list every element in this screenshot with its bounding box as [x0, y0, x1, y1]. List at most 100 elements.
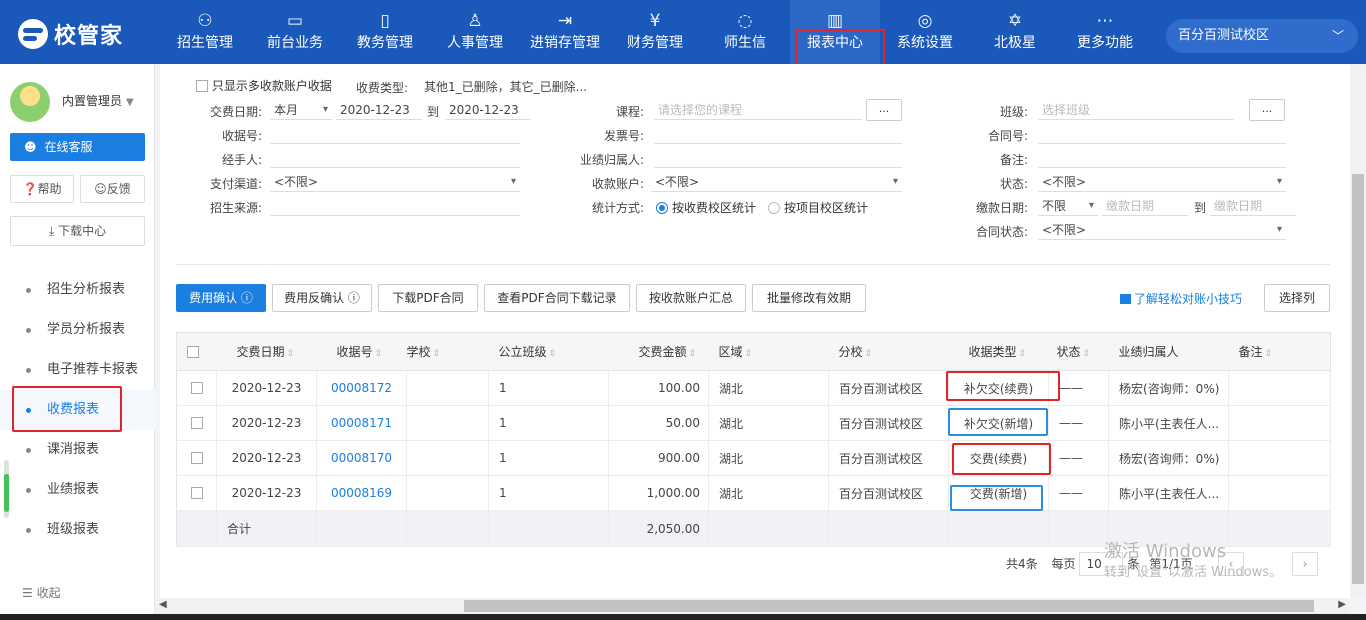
pay-day-to-input[interactable]: 缴款日期 [1210, 196, 1296, 216]
scroll-right-icon[interactable]: ▶ [1338, 599, 1346, 610]
cell-receipt-no-text[interactable]: 00008169 [331, 486, 392, 500]
receipt-type-select[interactable]: 其他1_已删除，其它_已删除... [420, 77, 588, 97]
next-page-icon[interactable]: › [1292, 552, 1318, 576]
pay-date-range-select[interactable]: 本月 ▾ [270, 100, 332, 120]
batch-validity-button[interactable]: 批量修改有效期 [752, 284, 866, 312]
handler-input[interactable] [270, 148, 520, 168]
remark-input[interactable] [1038, 148, 1286, 168]
help-button[interactable]: ❓帮助 [10, 175, 74, 203]
stat-mode-radio-b[interactable]: 按项目校区统计 [768, 199, 868, 216]
date-from-input[interactable]: 2020-12-23 [336, 100, 422, 120]
radio-unselected[interactable] [768, 202, 780, 214]
checkbox[interactable] [196, 80, 208, 92]
nav-item-3[interactable]: ♙ 人事管理 [430, 0, 520, 64]
th-region[interactable]: 区域 ⇕ [708, 332, 829, 371]
th-remark[interactable]: 备注 ⇕ [1228, 332, 1331, 371]
perf-owner-input[interactable] [654, 148, 902, 168]
row-checkbox[interactable] [176, 440, 217, 476]
scroll-left-icon[interactable]: ◀ [159, 599, 167, 610]
nav-item-4[interactable]: ⇥ 进销存管理 [520, 0, 610, 64]
status-select[interactable]: <不限> ▾ [1038, 172, 1286, 192]
unconfirm-fee-button[interactable]: 费用反确认 ⓘ [272, 284, 372, 312]
table-row[interactable]: 2020-12-23 00008170 1 900.00 湖北 百分百测试校区 交费(续费)… [176, 440, 1331, 476]
cell-receipt-no[interactable]: 00008169 [316, 475, 407, 511]
nav-item-0[interactable]: ⚇ 招生管理 [160, 0, 250, 64]
sort-icon[interactable]: ⇕ [1083, 349, 1091, 359]
cell-receipt-no[interactable]: 00008170 [316, 440, 407, 476]
radio-selected[interactable] [656, 202, 668, 214]
menu-item-class-report[interactable]: 班级报表 [0, 510, 155, 550]
th-school[interactable]: 学校 ⇕ [406, 332, 489, 371]
pdf-log-button[interactable]: 查看PDF合同下载记录 [484, 284, 630, 312]
sidebar-scrollbar[interactable] [4, 460, 9, 518]
avatar[interactable] [10, 82, 50, 122]
th-receipt-type[interactable]: 收据类型 ⇕ [948, 332, 1049, 371]
nav-item-8[interactable]: ◎ 系统设置 [880, 0, 970, 64]
th-status[interactable]: 状态 ⇕ [1048, 332, 1109, 371]
user-menu[interactable]: 内置管理员 ▼ [62, 92, 134, 109]
sort-icon[interactable]: ⇕ [745, 349, 753, 359]
th-date[interactable]: 交费日期 ⇕ [216, 332, 317, 371]
sort-icon[interactable]: ⇕ [1265, 349, 1273, 359]
table-row[interactable]: 2020-12-23 00008171 1 50.00 湖北 百分百测试校区 补欠交(新增)… [176, 405, 1331, 441]
invoice-no-input[interactable] [654, 124, 902, 144]
pay-day-range-select[interactable]: 不限 ▾ [1038, 196, 1098, 216]
th-owner[interactable]: 业绩归属人 [1108, 332, 1229, 371]
cell-receipt-no[interactable]: 00008172 [316, 370, 407, 406]
confirm-fee-button[interactable]: 费用确认 ⓘ [176, 284, 266, 312]
course-picker-button[interactable]: ... [866, 99, 902, 121]
nav-item-9[interactable]: ✡ 北极星 [970, 0, 1060, 64]
th-receipt-no[interactable]: 收据号 ⇕ [316, 332, 407, 371]
cell-receipt-no[interactable]: 00008171 [316, 405, 407, 441]
nav-item-2[interactable]: ▯ 教务管理 [340, 0, 430, 64]
cell-receipt-no-text[interactable]: 00008171 [331, 416, 392, 430]
pay-day-from-input[interactable]: 缴款日期 [1102, 196, 1188, 216]
date-to-input[interactable]: 2020-12-23 [445, 100, 531, 120]
vertical-scrollbar[interactable] [1350, 64, 1366, 598]
by-account-button[interactable]: 按收款账户汇总 [636, 284, 746, 312]
table-row[interactable]: 2020-12-23 00008169 1 1,000.00 湖北 百分百测试校区 交费(新… [176, 475, 1331, 511]
th-branch[interactable]: 分校 ⇕ [828, 332, 949, 371]
th-public-class[interactable]: 公立班级 ⇕ [488, 332, 609, 371]
sort-icon[interactable]: ⇕ [865, 349, 873, 359]
row-checkbox[interactable] [176, 475, 217, 511]
class-picker-button[interactable]: ... [1249, 99, 1285, 121]
select-columns-button[interactable]: 选择列 [1264, 284, 1330, 312]
scroll-thumb[interactable] [1352, 174, 1364, 584]
horizontal-scrollbar[interactable]: ◀ ▶ [155, 598, 1350, 614]
sort-icon[interactable]: ⇕ [549, 349, 557, 359]
cell-receipt-no-text[interactable]: 00008170 [331, 451, 392, 465]
nav-item-6[interactable]: ◌ 师生信 [700, 0, 790, 64]
menu-item-enroll-analysis[interactable]: 招生分析报表 [0, 270, 155, 310]
th-amount[interactable]: 交费金额 ⇕ [608, 332, 709, 371]
nav-item-10[interactable]: ⋯ 更多功能 [1060, 0, 1150, 64]
stat-mode-radio-a[interactable]: 按收费校区统计 [656, 199, 756, 216]
sort-icon[interactable]: ⇕ [433, 349, 441, 359]
source-input[interactable] [270, 196, 520, 216]
menu-item-performance[interactable]: 业绩报表 [0, 470, 155, 510]
collapse-button[interactable]: ☰ 收起 [22, 584, 61, 601]
class-input[interactable]: 选择班级 [1038, 100, 1234, 120]
feedback-button[interactable]: ☺反馈 [80, 175, 145, 203]
menu-item-lesson-consume[interactable]: 课消报表 [0, 430, 155, 470]
sort-icon[interactable]: ⇕ [287, 349, 295, 359]
download-center-button[interactable]: ⤓ 下载中心 [10, 216, 145, 246]
download-pdf-button[interactable]: 下载PDF合同 [378, 284, 478, 312]
receipt-no-input[interactable] [270, 124, 520, 144]
channel-select[interactable]: <不限> ▾ [270, 172, 520, 192]
contract-no-input[interactable] [1038, 124, 1286, 144]
campus-selector[interactable]: 百分百测试校区 ﹀ [1166, 19, 1358, 53]
reconcile-tip-link[interactable]: 了解轻松对账小技巧 [1120, 290, 1242, 307]
menu-item-referral-card[interactable]: 电子推荐卡报表 [0, 350, 155, 390]
nav-item-1[interactable]: ▭ 前台业务 [250, 0, 340, 64]
scroll-thumb[interactable] [464, 600, 1314, 612]
row-checkbox[interactable] [176, 405, 217, 441]
course-input[interactable]: 请选择您的课程 [654, 100, 862, 120]
multi-account-checkbox[interactable]: 只显示多收款账户收据 [196, 77, 332, 94]
sort-icon[interactable]: ⇕ [689, 349, 697, 359]
contract-status-select[interactable]: <不限> ▾ [1038, 220, 1286, 240]
row-checkbox[interactable] [176, 370, 217, 406]
cell-receipt-no-text[interactable]: 00008172 [331, 381, 392, 395]
online-service-button[interactable]: ☻ 在线客服 [10, 133, 145, 161]
menu-item-student-analysis[interactable]: 学员分析报表 [0, 310, 155, 350]
